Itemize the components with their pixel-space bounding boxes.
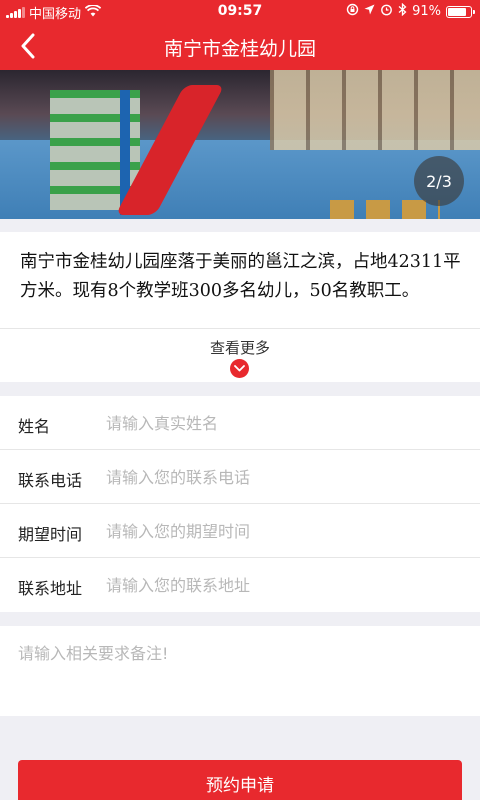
address-input[interactable]	[106, 568, 456, 602]
form-row-name: 姓名	[0, 396, 480, 450]
banner-carousel[interactable]: 2/3	[0, 70, 480, 219]
submit-button[interactable]: 预约申请	[18, 760, 462, 800]
status-right: 91%	[346, 2, 475, 20]
location-icon	[364, 4, 375, 19]
description-section: 南宁市金桂幼儿园座落于美丽的邕江之滨，占地42311平方米。现有8个教学班300…	[0, 232, 480, 382]
name-input[interactable]	[106, 406, 456, 440]
time-input[interactable]	[106, 514, 456, 548]
form-row-time: 期望时间	[0, 504, 480, 558]
form-row-phone: 联系电话	[0, 450, 480, 504]
reservation-form: 姓名 联系电话 期望时间 联系地址	[0, 396, 480, 612]
view-more-label: 查看更多	[209, 339, 270, 357]
rotation-lock-icon	[346, 3, 359, 20]
battery-icon	[446, 5, 475, 18]
chevron-down-icon	[230, 359, 249, 378]
bluetooth-icon	[398, 2, 407, 20]
phone-input[interactable]	[106, 460, 456, 494]
phone-label: 联系电话	[18, 471, 83, 490]
page-title: 南宁市金桂幼儿园	[163, 38, 316, 60]
address-label: 联系地址	[18, 579, 83, 598]
description-text: 南宁市金桂幼儿园座落于美丽的邕江之滨，占地42311平方米。现有8个教学班300…	[20, 252, 461, 301]
alarm-icon	[380, 3, 393, 20]
banner-photo-windows	[270, 70, 480, 150]
carousel-page-counter: 2/3	[414, 156, 464, 206]
nav-bar: 南宁市金桂幼儿园	[0, 22, 480, 70]
form-row-address: 联系地址	[0, 558, 480, 612]
name-label: 姓名	[18, 417, 51, 436]
notes-section	[0, 626, 480, 716]
notes-textarea[interactable]	[18, 640, 462, 706]
battery-percent: 91%	[412, 4, 441, 19]
view-more-button[interactable]: 查看更多	[0, 329, 480, 382]
banner-photo-chairs	[330, 200, 440, 219]
status-bar: 中国移动 09:57 91%	[0, 0, 480, 22]
app-header: 中国移动 09:57 91% 南宁市金桂幼儿园	[0, 0, 480, 70]
time-label: 期望时间	[18, 525, 83, 544]
